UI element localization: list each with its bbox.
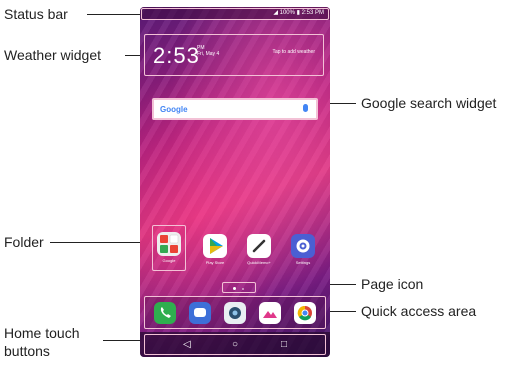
callout-google-search-widget: Google search widget	[361, 95, 497, 111]
quickmemo-label: QuickMemo+	[247, 260, 271, 265]
messages-app-icon[interactable]	[189, 302, 211, 324]
callout-folder: Folder	[4, 234, 44, 250]
folder-grid-icon	[160, 234, 179, 253]
play-store-label: Play Store	[205, 260, 225, 265]
google-folder-label: Google	[162, 258, 176, 263]
status-bar-highlight	[141, 8, 329, 20]
google-search-widget[interactable]: Google	[152, 98, 318, 120]
mic-icon[interactable]	[303, 104, 308, 112]
recents-button[interactable]: □	[281, 340, 287, 350]
settings-icon[interactable]	[291, 234, 315, 258]
camera-lens-icon	[229, 307, 241, 319]
weather-tap-text[interactable]: Tap to add weather	[272, 49, 315, 55]
leader-home-touch-buttons	[103, 340, 144, 341]
message-bubble-icon	[194, 308, 206, 317]
camera-app-icon[interactable]	[224, 302, 246, 324]
weather-date-block: PM Fri, May 4	[197, 45, 219, 57]
weather-date: Fri, May 4	[197, 51, 220, 57]
callout-weather-widget: Weather widget	[4, 47, 102, 63]
callout-status-bar: Status bar	[4, 6, 68, 22]
chrome-logo-icon	[297, 305, 312, 321]
page-dot-active[interactable]	[233, 287, 236, 290]
google-folder-icon[interactable]	[157, 232, 181, 256]
settings-label: Settings	[295, 260, 311, 265]
phone-app-icon[interactable]	[154, 302, 176, 324]
callout-home-touch-buttons-1: Home touch	[4, 325, 80, 341]
back-button[interactable]: ◁	[183, 340, 191, 350]
play-store-icon[interactable]	[203, 234, 227, 258]
pen-icon	[252, 239, 266, 253]
phone-handset-icon	[160, 307, 171, 318]
navigation-bar: ◁ ○ □	[140, 332, 330, 357]
page-dot[interactable]	[242, 287, 244, 290]
play-triangle-icon	[210, 238, 223, 254]
leader-folder	[50, 242, 152, 243]
phone-screen: ◢ 100% ▮ 2:53 PM 2:53 PM Fri, May 4 Tap …	[140, 7, 330, 357]
mountain-icon	[263, 311, 277, 318]
callout-page-icon: Page icon	[361, 276, 424, 292]
gear-icon	[296, 239, 310, 253]
leader-status-bar	[87, 14, 140, 15]
page-indicator[interactable]	[222, 282, 256, 293]
callout-quick-access-area: Quick access area	[361, 303, 477, 319]
google-logo: Google	[160, 105, 188, 114]
weather-widget[interactable]: 2:53 PM Fri, May 4 Tap to add weather	[144, 34, 324, 76]
weather-clock: 2:53	[153, 43, 200, 68]
callout-home-touch-buttons-2: buttons	[4, 343, 50, 359]
home-button[interactable]: ○	[232, 340, 238, 350]
quick-access-area	[144, 296, 326, 329]
gallery-app-icon[interactable]	[259, 302, 281, 324]
chrome-app-icon[interactable]	[294, 302, 316, 324]
home-touch-buttons: ◁ ○ □	[144, 334, 326, 355]
leader-quick-access-area	[326, 311, 356, 312]
quickmemo-icon[interactable]	[247, 234, 271, 258]
